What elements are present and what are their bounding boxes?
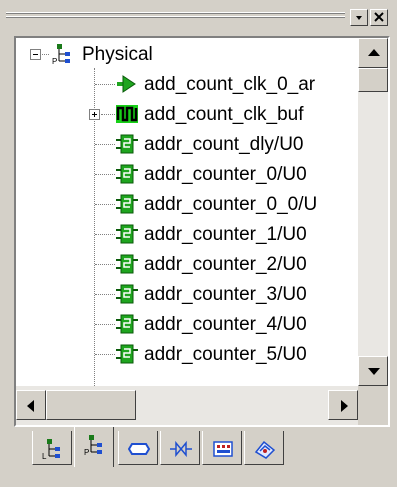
arrow-right-icon xyxy=(341,400,348,412)
tree-item-label: addr_count_dly/U0 xyxy=(144,134,304,155)
tab-constraints[interactable] xyxy=(244,431,284,465)
tree-item[interactable]: addr_counter_0_0/U xyxy=(16,190,358,220)
io-buffer-icon xyxy=(170,440,192,458)
dropdown-arrow-icon xyxy=(356,16,362,20)
svg-text:P: P xyxy=(52,57,57,65)
net-icon xyxy=(128,443,150,455)
tab-logical-hierarchy[interactable]: L xyxy=(32,431,72,465)
horizontal-scrollbar[interactable] xyxy=(16,386,358,425)
scroll-down-button[interactable] xyxy=(358,356,388,386)
flipflop-icon xyxy=(116,194,138,214)
view-tabs: L P xyxy=(14,427,390,475)
flipflop-icon xyxy=(116,164,138,184)
tree-item[interactable]: addr_counter_0/U0 xyxy=(16,160,358,190)
tree-item[interactable]: addr_counter_1/U0 xyxy=(16,220,358,250)
physical-hierarchy-icon: P xyxy=(52,44,70,65)
tab-chip-resources[interactable] xyxy=(202,431,242,465)
minimize-button[interactable] xyxy=(350,9,368,26)
arrow-left-icon xyxy=(27,400,34,412)
tree-item[interactable]: add_count_clk_buf xyxy=(16,100,358,130)
tree-item-label: addr_counter_2/U0 xyxy=(144,254,307,275)
input-port-icon xyxy=(117,75,136,93)
scroll-left-button[interactable] xyxy=(16,390,46,420)
close-icon xyxy=(374,12,384,22)
tree-item[interactable]: addr_counter_4/U0 xyxy=(16,310,358,340)
tree-view[interactable]: P Physical add_count_clk_0_ar add_count_… xyxy=(14,36,390,427)
scroll-thumb-horizontal[interactable] xyxy=(46,390,136,420)
flipflop-icon xyxy=(116,254,138,274)
tree-item[interactable]: addr_counter_2/U0 xyxy=(16,250,358,280)
flipflop-icon xyxy=(116,344,138,364)
logical-hierarchy-icon: L xyxy=(42,439,60,460)
chip-icon xyxy=(213,441,233,457)
tree-item[interactable]: addr_counter_5/U0 xyxy=(16,340,358,370)
vertical-scrollbar[interactable] xyxy=(358,38,388,386)
expand-toggle[interactable] xyxy=(89,109,100,120)
tree-item-label: add_count_clk_0_ar xyxy=(144,74,316,95)
scroll-right-button[interactable] xyxy=(328,390,358,420)
tree-item-label: addr_counter_0/U0 xyxy=(144,164,307,185)
svg-text:P: P xyxy=(84,448,89,456)
scrollbar-corner xyxy=(358,386,388,425)
physical-hierarchy-icon: P xyxy=(84,435,102,456)
tree-item-label: addr_counter_0_0/U xyxy=(144,194,318,215)
tab-io-buffers[interactable] xyxy=(160,431,200,465)
title-grip-bar[interactable] xyxy=(6,10,345,22)
tab-physical-hierarchy[interactable]: P xyxy=(74,427,114,467)
close-button[interactable] xyxy=(370,9,388,26)
collapse-toggle[interactable] xyxy=(30,49,41,60)
arrow-down-icon xyxy=(368,368,380,375)
scroll-thumb-vertical[interactable] xyxy=(358,68,388,92)
svg-text:L: L xyxy=(42,452,47,460)
tree-item[interactable]: addr_counter_3/U0 xyxy=(16,280,358,310)
tree-item[interactable]: addr_count_dly/U0 xyxy=(16,130,358,160)
flipflop-icon xyxy=(116,134,138,154)
flipflop-icon xyxy=(116,314,138,334)
tree-item-label: addr_counter_3/U0 xyxy=(144,284,307,305)
tab-nets[interactable] xyxy=(118,431,158,465)
constraint-icon xyxy=(254,440,276,459)
scroll-up-button[interactable] xyxy=(358,38,388,68)
tree-item-label: addr_counter_5/U0 xyxy=(144,344,307,365)
tree-item-label: addr_counter_1/U0 xyxy=(144,224,307,245)
tree-item-label: add_count_clk_buf xyxy=(144,104,304,125)
tree-root-label: Physical xyxy=(82,44,153,65)
clock-buffer-icon xyxy=(116,105,138,123)
arrow-up-icon xyxy=(368,49,380,56)
flipflop-icon xyxy=(116,224,138,244)
flipflop-icon xyxy=(116,284,138,304)
tree-root-row[interactable]: P Physical xyxy=(16,40,358,70)
tree-content: P Physical add_count_clk_0_ar add_count_… xyxy=(16,38,358,386)
hierarchy-panel: P Physical add_count_clk_0_ar add_count_… xyxy=(0,0,397,487)
tree-item[interactable]: add_count_clk_0_ar xyxy=(16,70,358,100)
tree-item-label: addr_counter_4/U0 xyxy=(144,314,307,335)
